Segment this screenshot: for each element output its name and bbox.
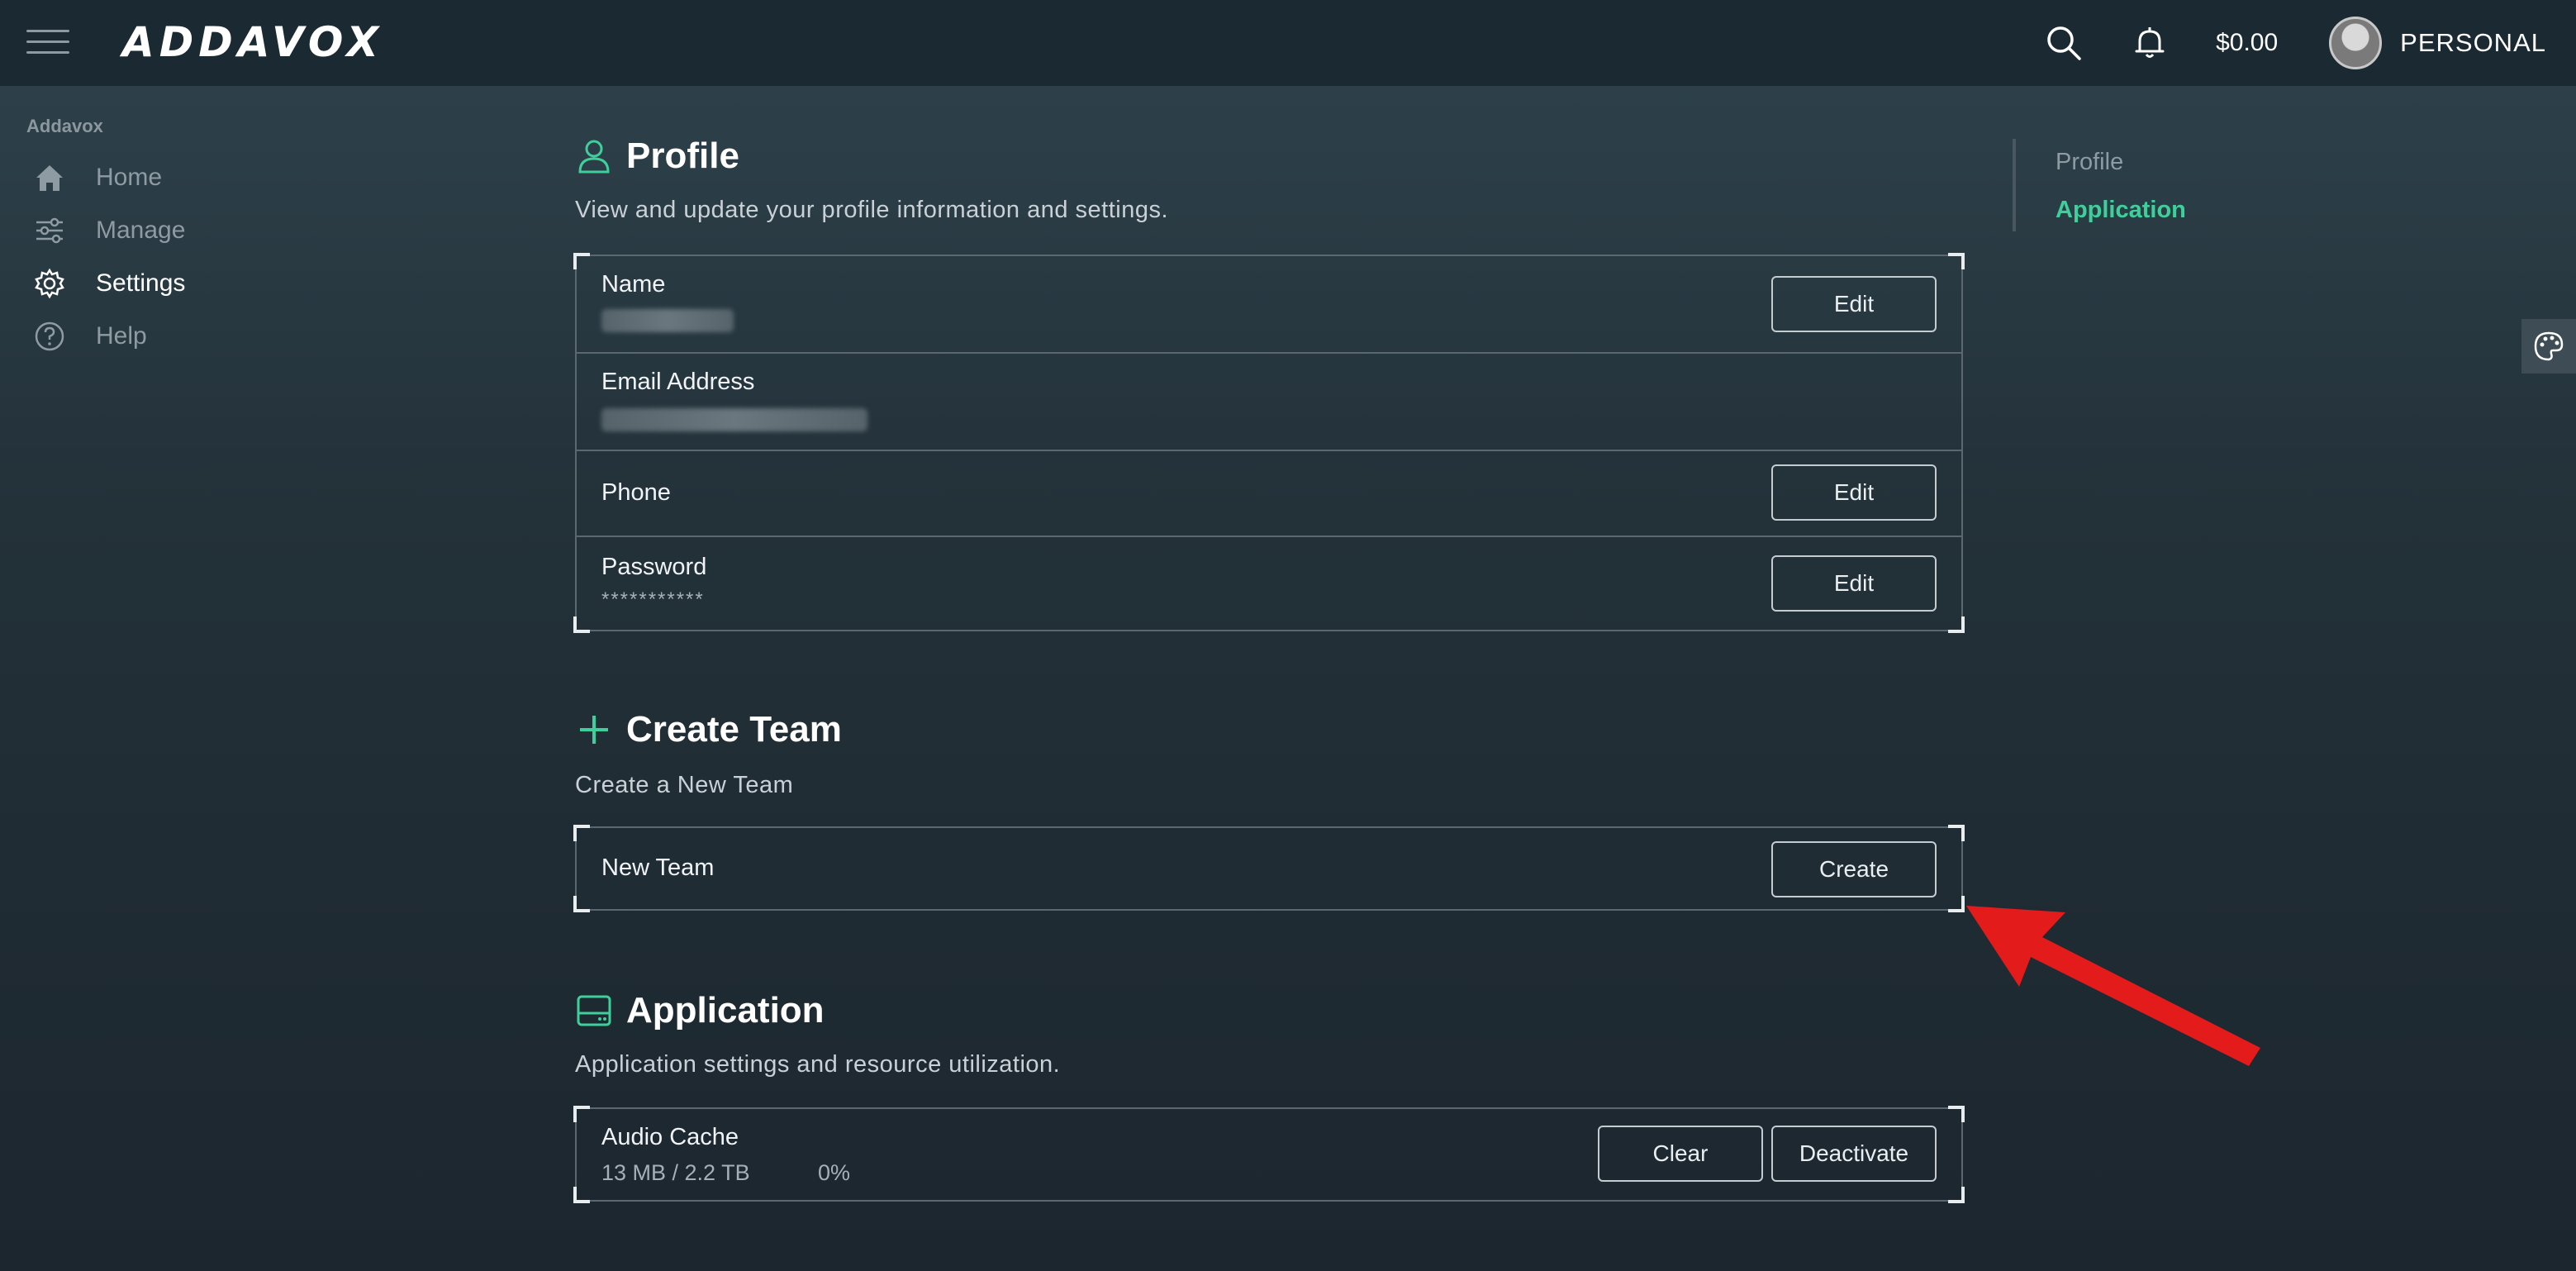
application-subtitle: Application settings and resource utiliz…: [575, 1051, 1061, 1078]
hard-drive-icon: [577, 995, 611, 1026]
sidebar-item-help[interactable]: Help: [33, 314, 147, 359]
profile-subtitle: View and update your profile information…: [575, 197, 1169, 223]
deactivate-cache-button[interactable]: Deactivate: [1771, 1126, 1937, 1182]
create-team-button[interactable]: Create: [1771, 841, 1937, 897]
menu-icon[interactable]: [26, 30, 69, 55]
sidebar-item-label: Manage: [96, 217, 186, 244]
create-team-subtitle: Create a New Team: [575, 772, 794, 798]
plus-icon: [580, 716, 608, 744]
create-team-card: New Team Create: [573, 825, 1965, 912]
right-nav-profile[interactable]: Profile: [2056, 149, 2123, 176]
email-value-redacted: [601, 408, 867, 431]
account-balance[interactable]: $0.00: [2216, 29, 2278, 57]
account-name[interactable]: PERSONAL: [2400, 28, 2546, 58]
sidebar-item-label: Home: [96, 164, 163, 191]
top-bar-actions: $0.00 PERSONAL: [2044, 0, 2546, 86]
password-value: ***********: [601, 588, 705, 611]
audio-cache-label: Audio Cache: [601, 1124, 739, 1150]
sidebar-item-settings[interactable]: Settings: [33, 261, 185, 306]
sidebar-item-home[interactable]: Home: [33, 155, 162, 200]
avatar[interactable]: [2329, 17, 2383, 69]
profile-row-name: Name Edit: [577, 256, 1961, 354]
right-nav-application[interactable]: Application: [2056, 197, 2186, 224]
audio-cache-usage: 13 MB / 2.2 TB: [601, 1160, 750, 1185]
palette-icon: [2534, 331, 2564, 361]
audio-cache-row: Audio Cache 13 MB / 2.2 TB 0% Clear Deac…: [577, 1109, 1961, 1200]
sidebar-item-label: Settings: [96, 269, 186, 297]
edit-name-button[interactable]: Edit: [1771, 276, 1937, 332]
gear-icon: [35, 268, 64, 299]
profile-title: Profile: [626, 136, 739, 176]
user-icon: [578, 140, 610, 174]
password-label: Password: [601, 554, 707, 580]
edit-phone-button[interactable]: Edit: [1771, 464, 1937, 521]
sidebar-item-manage[interactable]: Manage: [33, 208, 185, 253]
name-value-redacted: [601, 309, 734, 332]
sidebar-title: Addavox: [26, 116, 103, 136]
application-header: Application: [575, 990, 825, 1031]
email-label: Email Address: [601, 369, 755, 395]
search-icon[interactable]: [2044, 23, 2084, 63]
profile-header: Profile: [575, 136, 739, 177]
new-team-label: New Team: [601, 854, 715, 881]
right-nav-divider: [2013, 139, 2016, 231]
create-team-header: Create Team: [575, 709, 842, 750]
edit-password-button[interactable]: Edit: [1771, 555, 1937, 612]
sidebar-item-label: Help: [96, 322, 147, 350]
profile-row-email: Email Address: [577, 354, 1961, 451]
phone-label: Phone: [601, 479, 671, 506]
profile-row-password: Password *********** Edit: [577, 537, 1961, 630]
theme-palette-button[interactable]: [2521, 319, 2576, 374]
bell-icon[interactable]: [2130, 23, 2170, 63]
application-card: Audio Cache 13 MB / 2.2 TB 0% Clear Deac…: [573, 1106, 1965, 1203]
help-icon: [35, 321, 64, 351]
sliders-icon: [36, 217, 63, 244]
top-bar: ADDAVOX $0.00 PERSONAL: [0, 0, 2576, 86]
app-logo[interactable]: ADDAVOX: [122, 18, 383, 66]
profile-row-phone: Phone Edit: [577, 451, 1961, 537]
clear-cache-button[interactable]: Clear: [1598, 1126, 1763, 1182]
annotation-arrow-icon: [1966, 906, 2260, 1066]
create-team-title: Create Team: [626, 709, 842, 750]
home-icon: [36, 165, 63, 191]
name-label: Name: [601, 271, 666, 298]
audio-cache-percent: 0%: [818, 1160, 851, 1185]
new-team-row: New Team Create: [577, 828, 1961, 909]
profile-card: Name Edit Email Address Phone Edit Passw…: [573, 253, 1965, 633]
application-title: Application: [626, 990, 825, 1031]
